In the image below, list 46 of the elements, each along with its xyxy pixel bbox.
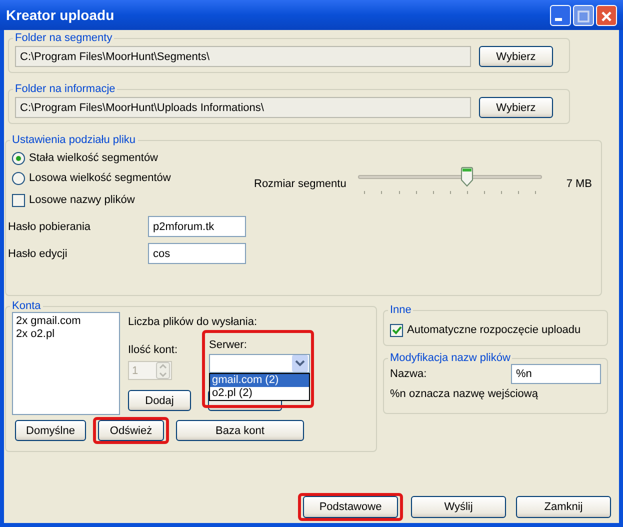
checkbox-option[interactable]: Losowe nazwy plików: [12, 190, 252, 210]
slider-label: Rozmiar segmentu: [254, 178, 346, 190]
list-item[interactable]: 2x o2.pl: [16, 328, 116, 341]
group-title: Folder na informacje: [14, 83, 116, 95]
field-label: Ilość kont:: [128, 344, 179, 356]
add-button[interactable]: Dodaj: [128, 390, 191, 411]
field-label: Serwer:: [209, 339, 248, 351]
password-field[interactable]: p2mforum.tk: [148, 216, 246, 237]
field-label: Nazwa:: [390, 368, 427, 380]
account-button[interactable]: Domyślne: [15, 420, 86, 441]
password-field[interactable]: cos: [148, 243, 246, 264]
checkbox-option[interactable]: Automatyczne rozpoczęcie uploadu: [390, 320, 601, 340]
path-field[interactable]: C:\Program Files\MoorHunt\Uploads Informations\: [15, 97, 471, 118]
files-label: Liczba plików do wysłania:: [128, 316, 258, 328]
slider-value: 7 MB: [566, 178, 592, 190]
account-button[interactable]: Odśwież: [98, 420, 164, 441]
path-field[interactable]: C:\Program Files\MoorHunt\Segments\: [15, 46, 471, 67]
account-list[interactable]: 2x gmail.com 2x o2.pl: [12, 312, 120, 415]
browse-button[interactable]: Wybierz: [479, 97, 553, 118]
close-button[interactable]: [596, 4, 617, 26]
group-title: Folder na segmenty: [14, 32, 114, 44]
footer-button[interactable]: Zamknij: [516, 496, 611, 518]
radio-option[interactable]: Stała wielkość segmentów: [12, 148, 252, 168]
window-title: Kreator uploadu: [6, 7, 114, 23]
field-label: Hasło edycji: [8, 248, 68, 260]
server-dropdown[interactable]: [209, 354, 310, 373]
group-title: Ustawienia podziału pliku: [11, 134, 137, 146]
minimize-button[interactable]: [550, 4, 571, 26]
group-title: Modyfikacja nazw plików: [389, 352, 512, 364]
dropdown-option[interactable]: gmail.com (2): [210, 374, 309, 387]
account-button[interactable]: Baza kont: [176, 420, 304, 441]
slider-thumb[interactable]: [460, 167, 473, 187]
name-field[interactable]: %n: [511, 364, 601, 384]
checkmark-icon: [392, 325, 402, 335]
group-title: Konta: [11, 300, 42, 312]
minimize-icon: [555, 18, 562, 20]
group-title: Inne: [389, 304, 412, 316]
dropdown-option[interactable]: o2.pl (2): [210, 387, 309, 400]
radio-option[interactable]: Losowa wielkość segmentów: [12, 168, 252, 188]
footer-button[interactable]: Podstawowe: [303, 496, 398, 518]
hint-text: %n oznacza nazwę wejściową: [390, 388, 539, 400]
field-label: Hasło pobierania: [8, 220, 92, 232]
browse-button[interactable]: Wybierz: [479, 46, 553, 67]
maximize-button[interactable]: [573, 4, 594, 26]
footer-button[interactable]: Wyślij: [411, 496, 506, 518]
list-item[interactable]: 2x gmail.com: [16, 315, 116, 328]
